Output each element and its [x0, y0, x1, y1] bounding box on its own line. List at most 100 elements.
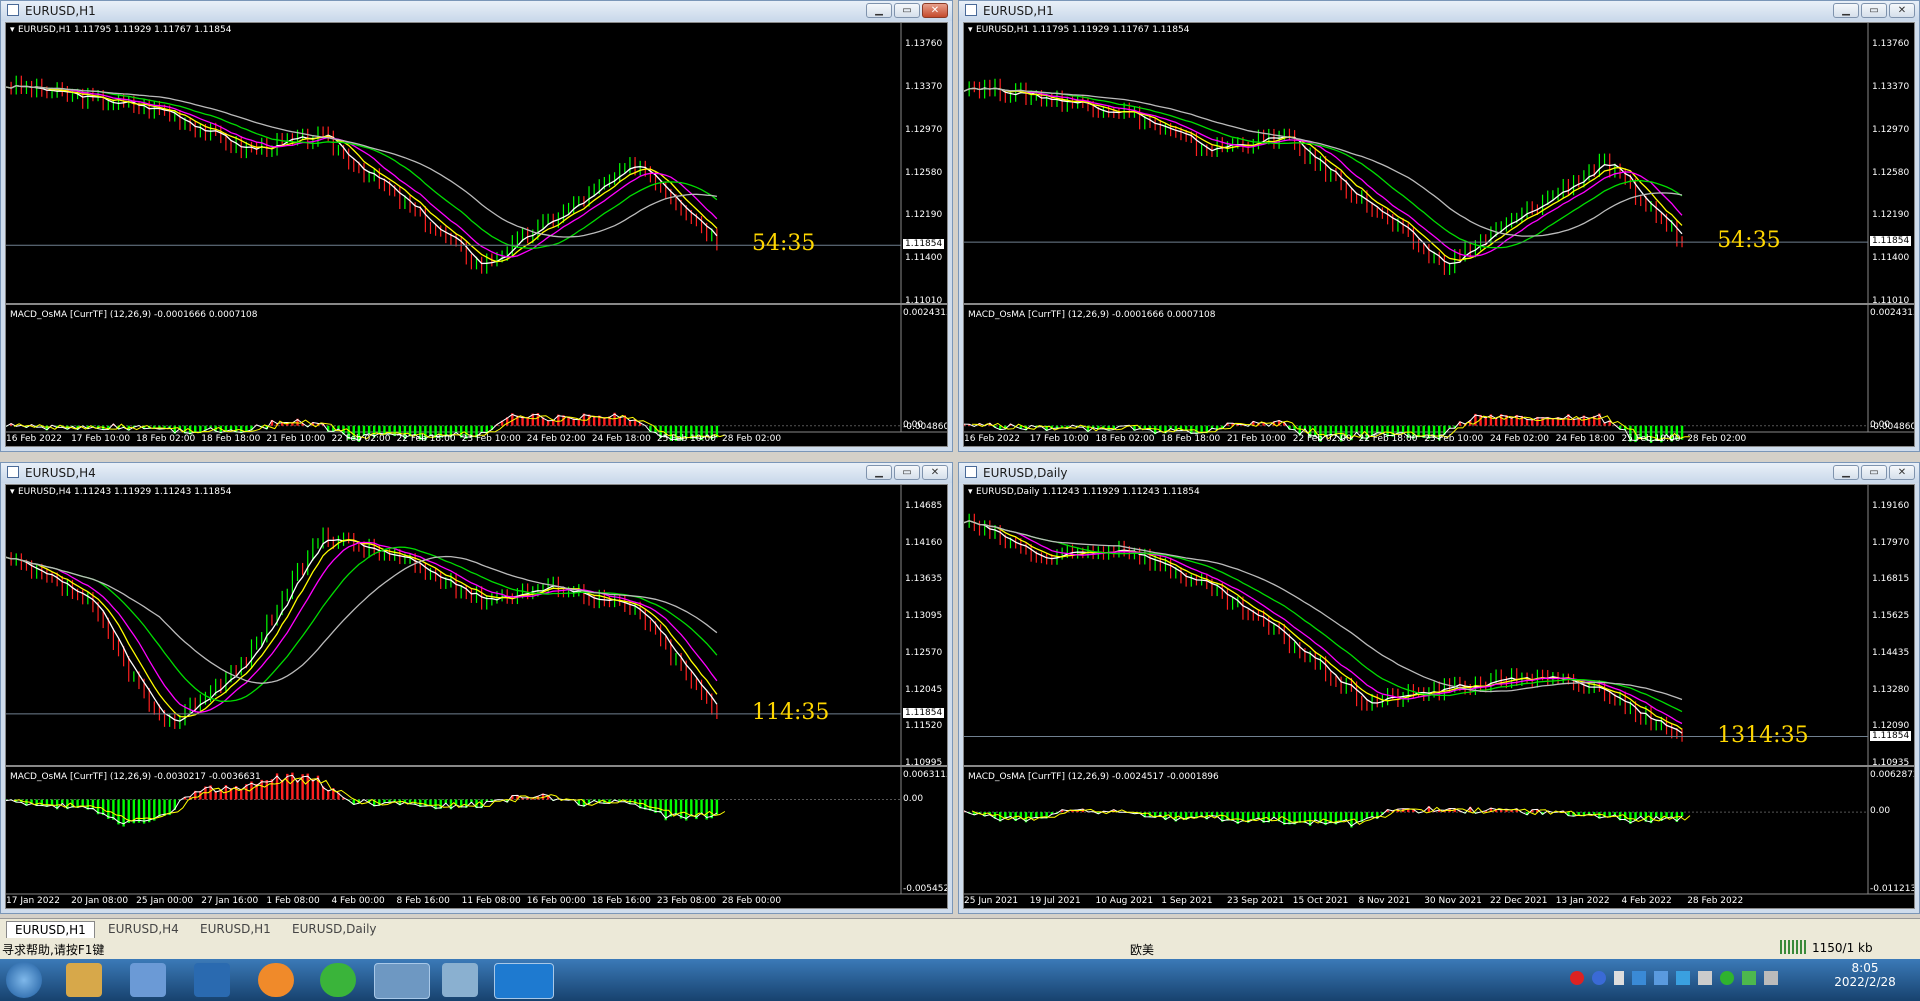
price-tick: 1.13760 [1872, 39, 1910, 49]
price-tick: 1.12570 [905, 647, 943, 658]
countdown-timer: 54:35 [1717, 228, 1781, 254]
price-tick: 1.14160 [905, 537, 943, 548]
desktop-icon[interactable] [194, 963, 230, 997]
start-button[interactable] [6, 962, 42, 998]
window-titlebar[interactable]: EURUSD,Daily ▁ ▭ ✕ [959, 463, 1919, 483]
window-title: EURUSD,H1 [983, 4, 1054, 18]
window-titlebar[interactable]: EURUSD,H1 ▁ ▭ ✕ [1, 1, 952, 21]
countdown-timer: 54:35 [752, 231, 816, 257]
help-icon[interactable] [1592, 971, 1606, 985]
chart-window[interactable]: EURUSD,H1 ▁ ▭ ✕ EURUSD,H1 1.11795 1.11929… [0, 0, 953, 452]
chart-window-icon [965, 466, 977, 478]
moving-average-line [6, 85, 718, 263]
date-tick: 22 Feb 02:00 [1292, 434, 1352, 444]
close-button[interactable]: ✕ [1889, 3, 1915, 18]
clock-time: 8:05 [1851, 961, 1879, 975]
usb-icon[interactable] [1614, 971, 1624, 985]
close-button[interactable]: ✕ [922, 3, 948, 18]
shield-icon[interactable] [1654, 971, 1668, 985]
chart-window[interactable]: EURUSD,H1 ▁ ▭ ✕ EURUSD,H1 1.11795 1.11929… [958, 0, 1920, 452]
tab-eurusd-h1[interactable]: EURUSD,H1 [6, 921, 95, 938]
macd-tick: -0.011213 [1870, 884, 1915, 894]
date-tick: 30 Nov 2021 [1424, 896, 1482, 906]
volume-icon[interactable] [1698, 971, 1712, 985]
wechat-icon[interactable] [320, 963, 356, 997]
macd-tick: 0.0063115 [903, 770, 948, 780]
maximize-button[interactable]: ▭ [894, 465, 920, 480]
window-titlebar[interactable]: EURUSD,H4 ▁ ▭ ✕ [1, 463, 952, 483]
minimize-button[interactable]: ▁ [1833, 465, 1859, 480]
close-button[interactable]: ✕ [1889, 465, 1915, 480]
close-button[interactable]: ✕ [922, 465, 948, 480]
speaker-icon[interactable] [1764, 971, 1778, 985]
price-tick: 1.11400 [1872, 253, 1910, 264]
date-tick: 11 Feb 08:00 [461, 896, 521, 906]
connection-icon [1780, 940, 1806, 954]
chart-window[interactable]: EURUSD,H4 ▁ ▭ ✕ EURUSD,H4 1.11243 1.11929… [0, 462, 953, 914]
price-tick: 1.12970 [1872, 124, 1910, 135]
maximize-button[interactable]: ▭ [1861, 3, 1887, 18]
minimize-button[interactable]: ▁ [866, 3, 892, 18]
chart-area[interactable]: EURUSD,H1 1.11795 1.11929 1.11767 1.1185… [5, 22, 948, 447]
date-tick: 16 Feb 2022 [6, 434, 63, 444]
tab-eurusd-h4[interactable]: EURUSD,H4 [100, 921, 187, 937]
chart-area[interactable]: EURUSD,H4 1.11243 1.11929 1.11243 1.1185… [5, 484, 948, 909]
sogou-icon[interactable] [1570, 971, 1584, 985]
minimize-button[interactable]: ▁ [866, 465, 892, 480]
date-tick: 18 Feb 18:00 [1161, 434, 1221, 444]
tab-eurusd-h1-2[interactable]: EURUSD,H1 [192, 921, 279, 937]
date-tick: 25 Jan 00:00 [136, 896, 194, 906]
chart-area[interactable]: EURUSD,H1 1.11795 1.11929 1.11767 1.1185… [963, 22, 1915, 447]
maximize-button[interactable]: ▭ [1861, 465, 1887, 480]
status-net: 1150/1 kb [1812, 941, 1873, 955]
moving-average-line [964, 520, 1683, 701]
chart-header: EURUSD,H1 1.11795 1.11929 1.11767 1.1185… [976, 25, 1190, 35]
tab-eurusd-daily[interactable]: EURUSD,Daily [284, 921, 385, 937]
price-tick: 1.13370 [1872, 81, 1910, 92]
date-tick: 22 Feb 18:00 [1358, 434, 1418, 444]
moving-average-line [964, 87, 1683, 265]
price-tick: 1.11010 [905, 296, 943, 306]
chart-plot [964, 485, 1914, 895]
macd-tick: 0.0062872 [1870, 770, 1915, 780]
chart-area[interactable]: EURUSD,Daily 1.11243 1.11929 1.11243 1.1… [963, 484, 1915, 909]
metatrader-icon[interactable] [374, 963, 430, 999]
date-tick: 25 Feb 10:00 [656, 434, 716, 444]
current-price: 1.11854 [1870, 730, 1912, 741]
moving-average-line [6, 539, 718, 722]
maximize-button[interactable]: ▭ [894, 3, 920, 18]
price-tick: 1.14435 [1872, 647, 1910, 658]
notepad-icon[interactable] [442, 963, 478, 997]
date-tick: 20 Jan 08:00 [71, 896, 129, 906]
wechat-tray-icon[interactable] [1720, 971, 1734, 985]
explorer-icon[interactable] [66, 963, 102, 997]
bluetooth-icon[interactable] [1632, 971, 1646, 985]
date-tick: 18 Feb 02:00 [136, 434, 196, 444]
macd-tick: -0.005452 [903, 884, 948, 894]
date-tick: 23 Feb 10:00 [1424, 434, 1484, 444]
price-tick: 1.13280 [1872, 684, 1910, 695]
app-tray-icon[interactable] [1742, 971, 1756, 985]
minimize-button[interactable]: ▁ [1833, 3, 1859, 18]
current-price: 1.11854 [1870, 236, 1912, 247]
date-tick: 28 Feb 02:00 [1687, 434, 1747, 444]
date-tick: 27 Jan 16:00 [201, 896, 259, 906]
window-titlebar[interactable]: EURUSD,H1 ▁ ▭ ✕ [959, 1, 1919, 21]
note-app-icon[interactable] [494, 963, 554, 999]
window-title: EURUSD,Daily [983, 466, 1068, 480]
chart-window[interactable]: EURUSD,Daily ▁ ▭ ✕ EURUSD,Daily 1.11243 1… [958, 462, 1920, 914]
chart-window-icon [965, 4, 977, 16]
price-tick: 1.12045 [905, 684, 943, 695]
browser-icon[interactable] [258, 963, 294, 997]
date-tick: 24 Feb 02:00 [1489, 434, 1549, 444]
date-tick: 21 Feb 10:00 [1226, 434, 1287, 444]
date-tick: 4 Feb 00:00 [331, 896, 385, 906]
clock[interactable]: 8:05 2022/2/28 [1820, 961, 1910, 989]
date-tick: 13 Jan 2022 [1555, 896, 1610, 906]
moving-average-line [6, 555, 718, 684]
network-icon[interactable] [1676, 971, 1690, 985]
control-panel-icon[interactable] [130, 963, 166, 997]
price-tick: 1.13370 [905, 81, 943, 92]
date-tick: 10 Aug 2021 [1095, 896, 1154, 906]
current-price: 1.11854 [903, 707, 945, 718]
